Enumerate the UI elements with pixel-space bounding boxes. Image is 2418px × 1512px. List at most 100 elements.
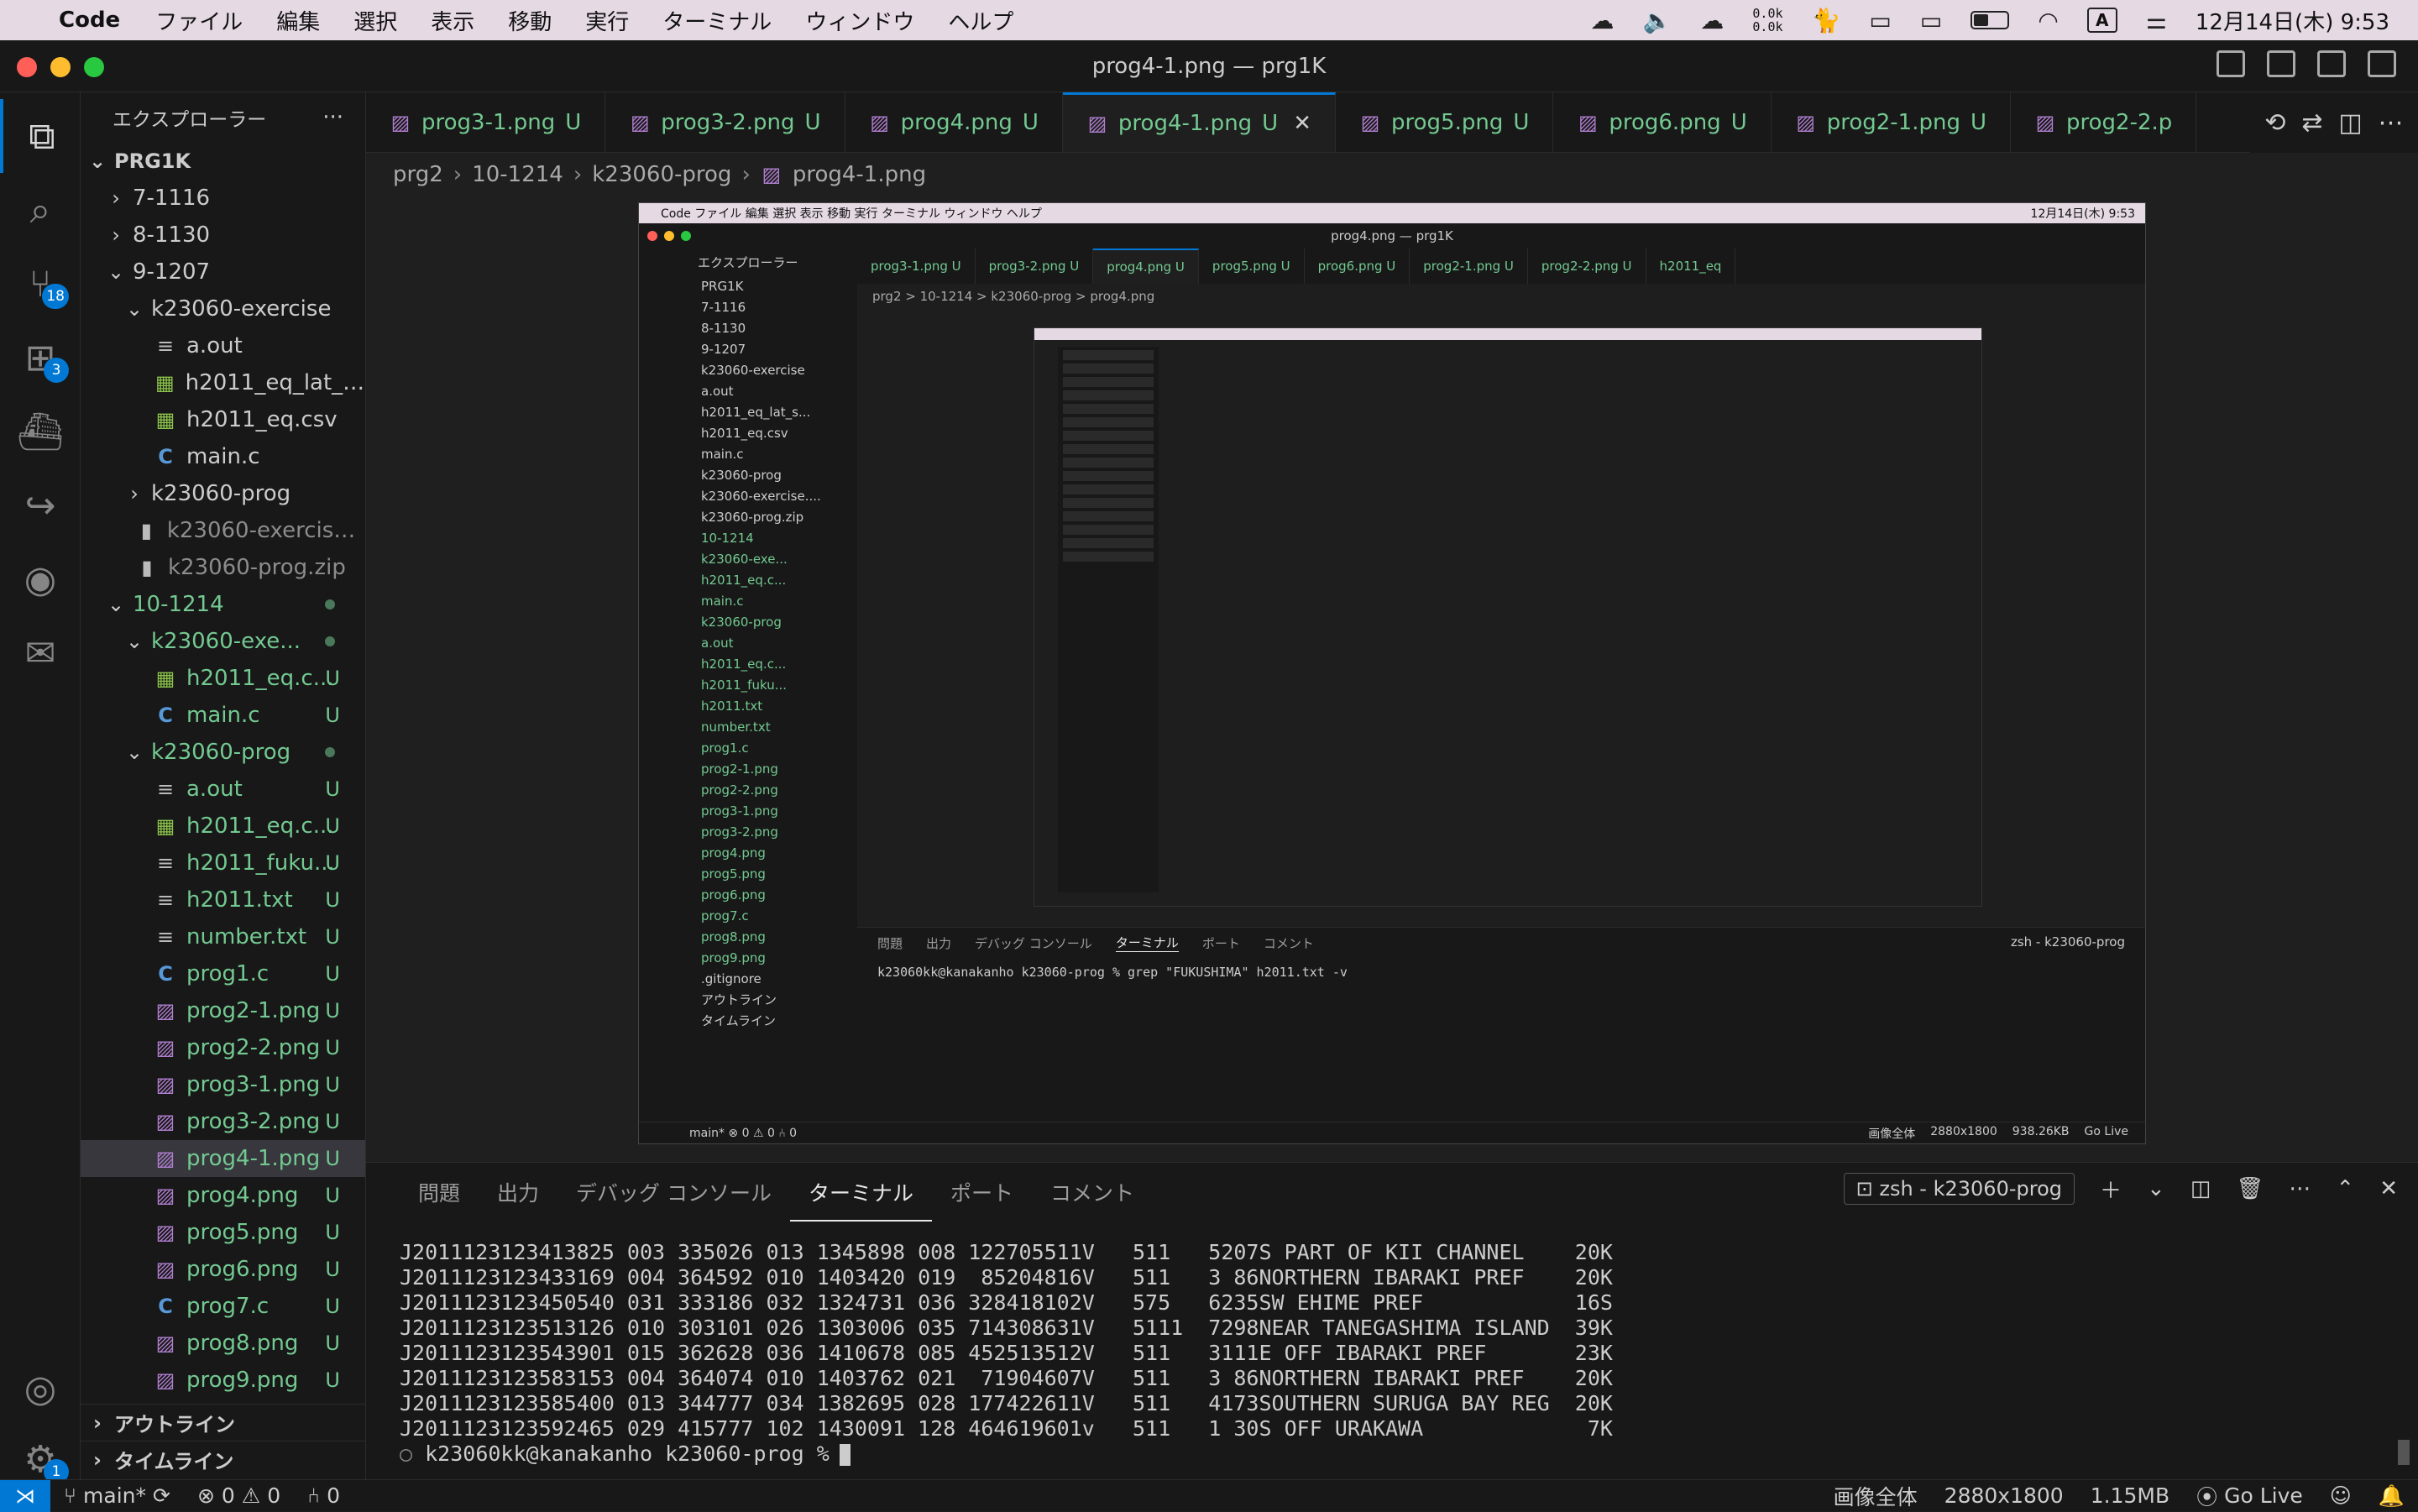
terminal-scrollbar[interactable] (2398, 1440, 2410, 1465)
remote-icon[interactable]: ⋊ (0, 1479, 50, 1512)
menubar-app-name[interactable]: Code (52, 8, 139, 33)
tab-debug-console[interactable]: デバッグ コンソール (557, 1163, 790, 1222)
tab-ports[interactable]: ポート (932, 1163, 1032, 1222)
live-share-icon[interactable]: ✉ (0, 616, 81, 690)
file-item[interactable]: Cprog7.c U (81, 1288, 365, 1325)
file-item[interactable]: ▦ h2011_eq.c... U (81, 660, 365, 697)
source-control-icon[interactable]: ⑂ 18 (0, 247, 81, 321)
file-item[interactable]: ▨ prog3-1.png U (81, 1066, 365, 1103)
notifications-icon[interactable]: 🔔 (2365, 1483, 2418, 1509)
network-monitor[interactable]: 0.0k 0.0k (1752, 7, 1782, 34)
cat-icon[interactable]: 🐈 (1812, 7, 1841, 34)
editor-tab[interactable]: ▨ prog3-1.png U (366, 92, 606, 152)
menu-edit[interactable]: 編集 (259, 5, 337, 36)
sync-cloud-icon[interactable]: ☁ (1700, 7, 1724, 34)
editor-tab[interactable]: ▨ prog2-2.p (2011, 92, 2197, 152)
menu-help[interactable]: ヘルプ (931, 5, 1030, 36)
toggle-panel-icon[interactable] (2267, 50, 2295, 77)
zoom-window-button[interactable] (84, 57, 104, 77)
image-view-mode[interactable]: 画像全体 (1820, 1481, 1931, 1511)
terminal-shell-selector[interactable]: ⊡ zsh - k23060-prog (1843, 1173, 2075, 1205)
file-item[interactable]: ▨ prog6.png U (81, 1251, 365, 1288)
split-editor-icon[interactable]: ◫ (2338, 108, 2362, 138)
compare-icon[interactable]: ⇄ (2301, 108, 2322, 138)
tab-comments[interactable]: コメント (1032, 1163, 1153, 1222)
editor-tab[interactable]: ▨ prog2-1.png U (1771, 92, 2011, 152)
file-item[interactable]: ≡ h2011.txt U (81, 882, 365, 918)
battery-icon[interactable] (1971, 11, 2010, 29)
terminal-output[interactable]: J2011123123413825 003 335026 013 1345898… (400, 1240, 2401, 1467)
close-window-button[interactable] (17, 57, 37, 77)
menu-terminal[interactable]: ターミナル (646, 5, 788, 36)
menu-selection[interactable]: 選択 (337, 5, 414, 36)
copilot-icon[interactable]: ☺ (2316, 1483, 2365, 1508)
editor-tab[interactable]: ▨ prog4-1.png U ✕ (1062, 92, 1336, 152)
file-item[interactable]: ▨ prog9.png U (81, 1362, 365, 1399)
folder-item[interactable]: › k23060-prog (81, 475, 365, 512)
editor-tab[interactable]: ▨ prog3-2.png U (605, 92, 845, 152)
new-terminal-icon[interactable]: ＋ (2100, 1174, 2122, 1205)
github-icon[interactable]: ◉ (0, 542, 81, 616)
menu-file[interactable]: ファイル (139, 5, 259, 36)
file-item[interactable]: Cprog1.c U (81, 955, 365, 992)
close-panel-icon[interactable]: ✕ (2379, 1176, 2398, 1201)
file-item[interactable]: ▦ h2011_eq.c... U (81, 808, 365, 845)
folder-item[interactable]: ⌄ k23060-exercise (81, 290, 365, 327)
problems-status[interactable]: ⊗ 0 ⚠ 0 (184, 1483, 294, 1508)
ports-status[interactable]: ⑃ 0 (294, 1483, 353, 1508)
breadcrumb-item[interactable]: prg2 (393, 162, 443, 187)
volume-icon[interactable]: 🔈 (1643, 7, 1672, 34)
go-live-button[interactable]: ⦿ Go Live (2183, 1481, 2316, 1511)
explorer-icon[interactable]: ⧉ (0, 99, 81, 173)
menu-view[interactable]: 表示 (414, 5, 491, 36)
timeline-section[interactable]: › タイムライン (81, 1441, 365, 1478)
outline-section[interactable]: › アウトライン (81, 1404, 365, 1441)
chevron-down-icon[interactable]: ⌄ (2147, 1176, 2165, 1201)
close-tab-icon[interactable]: ✕ (1293, 111, 1311, 136)
trash-icon[interactable]: 🗑 (2236, 1176, 2264, 1201)
more-actions-icon[interactable]: ··· (322, 105, 343, 130)
wifi-icon[interactable]: ◠ (2038, 7, 2058, 34)
maximize-panel-icon[interactable]: ⌃ (2336, 1176, 2354, 1201)
file-item[interactable]: ≡ a.out U (81, 771, 365, 808)
control-center-icon[interactable]: ⚌ (2146, 7, 2167, 34)
menu-window[interactable]: ウィンドウ (788, 5, 931, 36)
menu-run[interactable]: 実行 (568, 5, 646, 36)
more-actions-icon[interactable]: ⋯ (2379, 108, 2404, 138)
tab-output[interactable]: 出力 (479, 1163, 557, 1222)
file-item[interactable]: ≡ number.txt U (81, 918, 365, 955)
branch-status[interactable]: ⑂ main* ⟳ (50, 1483, 184, 1508)
display-icon[interactable]: ▭ (1920, 7, 1942, 34)
file-item[interactable]: ▨ prog4.png U (81, 1177, 365, 1214)
docker-icon[interactable]: ⛴ (0, 395, 81, 468)
minimize-window-button[interactable] (50, 57, 71, 77)
editor-tab[interactable]: ▨ prog6.png U (1553, 92, 1772, 152)
customize-layout-icon[interactable] (2368, 50, 2396, 77)
breadcrumb-item[interactable]: prog4-1.png (793, 162, 926, 187)
folder-item[interactable]: ⌄ k23060-prog (81, 734, 365, 771)
file-item[interactable]: ≡ a.out (81, 327, 365, 364)
file-item[interactable]: ▨ prog4-1.png U (81, 1140, 365, 1177)
folder-item[interactable]: ⌄ 9-1207 (81, 254, 365, 290)
toggle-sidebar-icon[interactable] (2216, 50, 2245, 77)
workspace-root[interactable]: ⌄ PRG1K (81, 143, 365, 180)
tab-problems[interactable]: 問題 (400, 1163, 479, 1222)
folder-item[interactable]: ⌄ 10-1214 (81, 586, 365, 623)
editor-tab[interactable]: ▨ prog5.png U (1336, 92, 1554, 152)
file-item[interactable]: ▦ h2011_eq.csv (81, 401, 365, 438)
file-item[interactable]: Cmain.c (81, 438, 365, 475)
file-item[interactable]: ▨ prog8.png U (81, 1325, 365, 1362)
menu-go[interactable]: 移動 (491, 5, 568, 36)
file-item[interactable]: ≡ h2011_fuku... U (81, 845, 365, 882)
timeline-icon[interactable]: ⟲ (2264, 108, 2285, 138)
breadcrumb-item[interactable]: 10-1214 (472, 162, 563, 187)
input-mode-icon[interactable]: A (2086, 8, 2117, 33)
file-item[interactable]: ▨ prog2-1.png U (81, 992, 365, 1029)
file-item[interactable]: Cmain.c U (81, 697, 365, 734)
window-icon[interactable]: ▭ (1869, 7, 1891, 34)
remote-explorer-icon[interactable]: ↪ (0, 468, 81, 542)
file-item[interactable]: ▮ k23060-prog.zip (81, 549, 365, 586)
more-actions-icon[interactable]: ⋯ (2289, 1176, 2311, 1201)
extensions-icon[interactable]: ⊞ 3 (0, 321, 81, 395)
file-item[interactable]: ▮ k23060-exercise.... (81, 512, 365, 549)
